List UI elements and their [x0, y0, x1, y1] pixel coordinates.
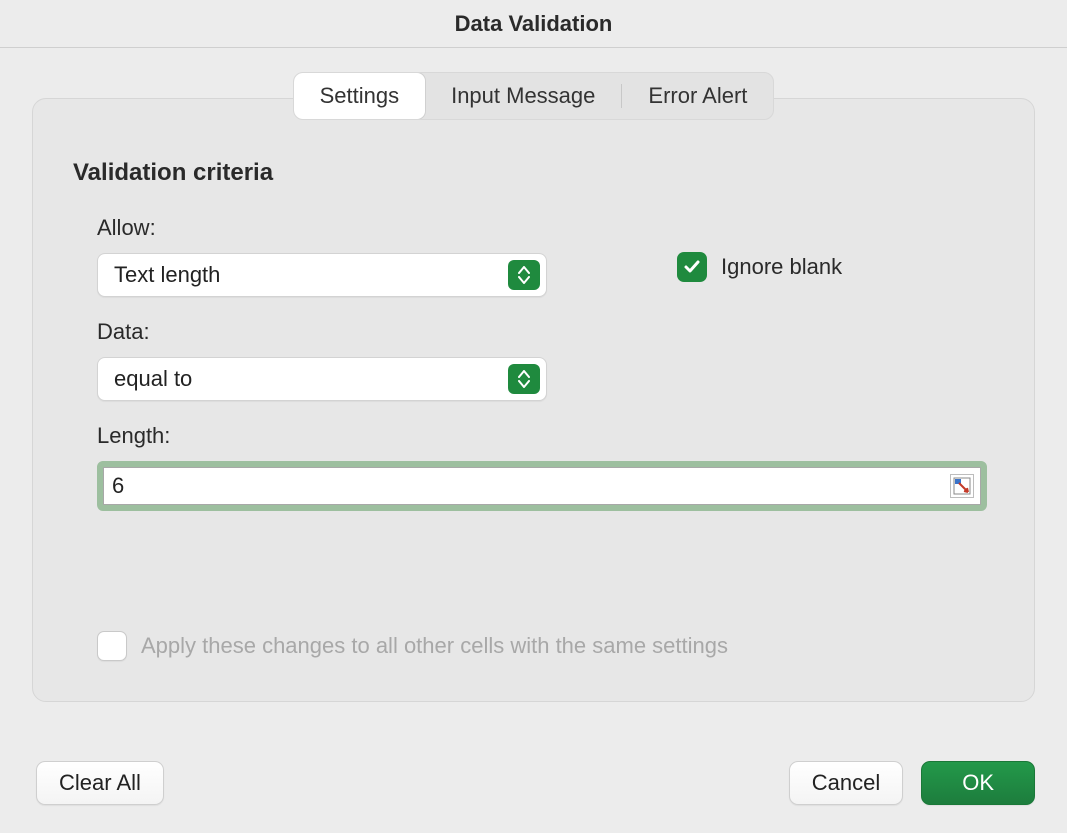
range-picker-icon — [953, 477, 971, 495]
tab-group: Settings Input Message Error Alert — [293, 72, 775, 120]
tab-settings[interactable]: Settings — [294, 73, 426, 119]
apply-to-all-label: Apply these changes to all other cells w… — [141, 633, 728, 659]
cancel-button[interactable]: Cancel — [789, 761, 903, 805]
allow-label: Allow: — [97, 215, 587, 241]
tabs-container: Settings Input Message Error Alert — [0, 48, 1067, 120]
data-select-value: equal to — [114, 366, 192, 392]
length-input[interactable] — [112, 473, 142, 499]
clear-all-button[interactable]: Clear All — [36, 761, 164, 805]
data-select[interactable]: equal to — [97, 357, 547, 401]
chevron-up-down-icon — [508, 364, 540, 394]
dialog-footer: Clear All Cancel OK — [0, 743, 1067, 833]
validation-criteria-heading: Validation criteria — [73, 159, 994, 187]
ignore-blank-label: Ignore blank — [721, 254, 842, 280]
range-picker-button[interactable] — [950, 474, 974, 498]
data-label: Data: — [97, 319, 994, 345]
tab-error-alert[interactable]: Error Alert — [622, 73, 773, 119]
settings-panel: Validation criteria Allow: Text length — [32, 98, 1035, 702]
dialog-titlebar: Data Validation — [0, 0, 1067, 48]
length-label: Length: — [97, 423, 994, 449]
ignore-blank-checkbox[interactable] — [677, 252, 707, 282]
ok-button[interactable]: OK — [921, 761, 1035, 805]
chevron-up-down-icon — [508, 260, 540, 290]
dialog-title: Data Validation — [455, 11, 613, 37]
allow-select[interactable]: Text length — [97, 253, 547, 297]
allow-select-value: Text length — [114, 262, 220, 288]
apply-to-all-checkbox — [97, 631, 127, 661]
checkmark-icon — [683, 258, 701, 276]
tab-input-message[interactable]: Input Message — [425, 73, 621, 119]
length-input-focus-ring — [97, 461, 987, 511]
